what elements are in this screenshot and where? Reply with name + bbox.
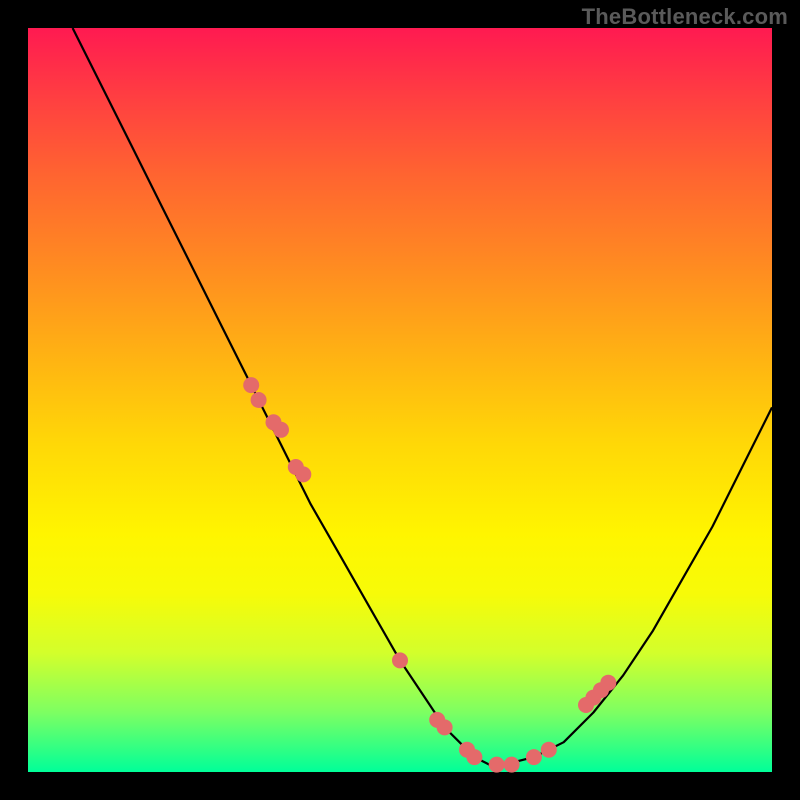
marker-dot: [243, 377, 259, 393]
chart-svg: [28, 28, 772, 772]
marker-dot: [504, 757, 520, 773]
marker-dot: [273, 422, 289, 438]
marker-dot: [437, 719, 453, 735]
marker-dot: [295, 466, 311, 482]
bottleneck-curve-path: [73, 28, 772, 765]
curve-line: [73, 28, 772, 765]
watermark-text: TheBottleneck.com: [582, 4, 788, 30]
marker-dot: [392, 652, 408, 668]
marker-dot: [466, 749, 482, 765]
marker-dot: [489, 757, 505, 773]
gradient-plot-area: [28, 28, 772, 772]
marker-dot: [251, 392, 267, 408]
marker-dot: [600, 675, 616, 691]
marker-dots: [243, 377, 616, 772]
marker-dot: [526, 749, 542, 765]
marker-dot: [541, 742, 557, 758]
